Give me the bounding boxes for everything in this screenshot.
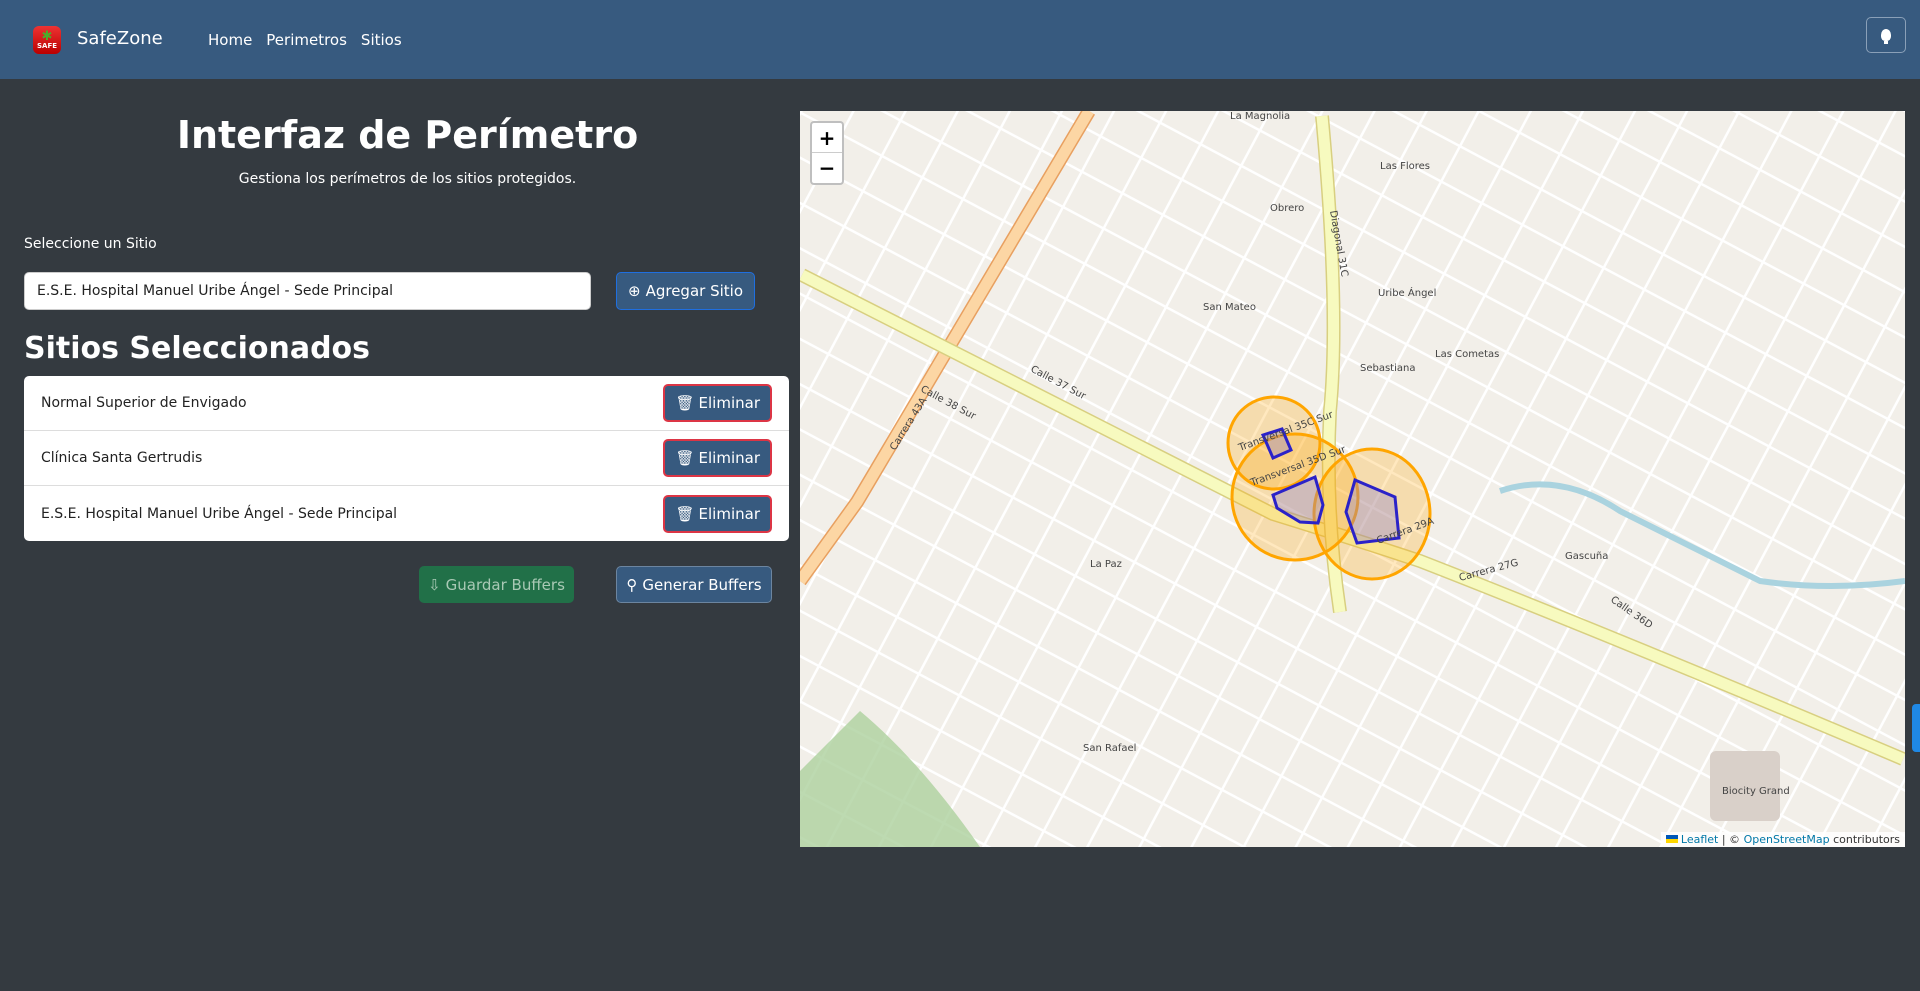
lightbulb-icon	[1881, 29, 1891, 44]
ukraine-flag-icon	[1665, 835, 1678, 843]
navbar: ✱ SAFE SafeZone Home Perimetros Sitios	[0, 0, 1920, 79]
map[interactable]: Calle 37 Sur Calle 38 Sur Carrera 43A Di…	[800, 111, 1905, 847]
selected-sites-heading: Sitios Seleccionados	[24, 331, 371, 366]
svg-text:San Rafael: San Rafael	[1083, 743, 1136, 754]
site-select-input[interactable]: E.S.E. Hospital Manuel Uribe Ángel - Sed…	[24, 272, 591, 310]
delete-button[interactable]: 🗑 Eliminar	[663, 384, 772, 422]
svg-text:Las Flores: Las Flores	[1380, 161, 1430, 172]
delete-button[interactable]: 🗑 Eliminar	[663, 494, 772, 533]
svg-text:Uribe Ángel: Uribe Ángel	[1378, 286, 1436, 299]
map-tiles: Calle 37 Sur Calle 38 Sur Carrera 43A Di…	[800, 111, 1905, 847]
page-title: Interfaz de Perímetro	[176, 113, 639, 157]
plus-circle-icon: ⊕	[628, 282, 641, 300]
add-site-button[interactable]: ⊕ Agregar Sitio	[616, 272, 755, 310]
generate-buffers-button[interactable]: ⚲ Generar Buffers	[616, 566, 772, 603]
save-buffers-button[interactable]: ⇩ Guardar Buffers	[419, 566, 574, 603]
safezone-logo[interactable]: ✱ SAFE	[33, 26, 61, 54]
trash-icon: 🗑	[675, 504, 695, 523]
svg-text:San Mateo: San Mateo	[1203, 302, 1256, 313]
trash-icon: 🗑	[675, 394, 695, 412]
list-item: Clínica Santa Gertrudis 🗑 Eliminar	[24, 431, 789, 486]
pin-icon: ⚲	[626, 575, 638, 594]
zoom-control: + −	[810, 121, 844, 185]
site-name: Normal Superior de Envigado	[41, 395, 247, 411]
side-tab-handle[interactable]	[1912, 704, 1920, 752]
theme-toggle-button[interactable]	[1866, 17, 1906, 53]
page-subtitle: Gestiona los perímetros de los sitios pr…	[238, 171, 577, 187]
leaflet-link[interactable]: Leaflet	[1681, 833, 1718, 846]
svg-text:La Magnolia: La Magnolia	[1230, 111, 1290, 122]
site-name: E.S.E. Hospital Manuel Uribe Ángel - Sed…	[41, 505, 398, 522]
svg-text:Gascuña: Gascuña	[1565, 551, 1608, 562]
list-item: Normal Superior de Envigado 🗑 Eliminar	[24, 376, 789, 431]
site-name: Clínica Santa Gertrudis	[41, 450, 203, 466]
zoom-out-button[interactable]: −	[812, 153, 842, 183]
svg-text:La Paz: La Paz	[1090, 559, 1122, 570]
svg-text:Obrero: Obrero	[1270, 203, 1304, 214]
delete-button[interactable]: 🗑 Eliminar	[663, 439, 772, 477]
nav-perimetros[interactable]: Perimetros	[266, 31, 347, 49]
map-attribution: Leaflet | © OpenStreetMap contributors	[1660, 832, 1905, 847]
download-icon: ⇩	[428, 575, 441, 594]
trash-icon: 🗑	[675, 449, 695, 467]
osm-link[interactable]: OpenStreetMap	[1744, 833, 1830, 846]
svg-text:Las Cometas: Las Cometas	[1435, 349, 1499, 360]
brand-name[interactable]: SafeZone	[77, 28, 163, 49]
zoom-in-button[interactable]: +	[812, 123, 842, 153]
svg-text:Sebastiana: Sebastiana	[1360, 363, 1415, 374]
site-select-label: Seleccione un Sitio	[24, 236, 157, 252]
svg-text:Biocity Grand: Biocity Grand	[1722, 786, 1790, 797]
list-item: E.S.E. Hospital Manuel Uribe Ángel - Sed…	[24, 486, 789, 541]
selected-sites-list: Normal Superior de Envigado 🗑 Eliminar Clí…	[24, 376, 789, 541]
nav-home[interactable]: Home	[208, 31, 252, 49]
nav-sitios[interactable]: Sitios	[361, 31, 402, 49]
